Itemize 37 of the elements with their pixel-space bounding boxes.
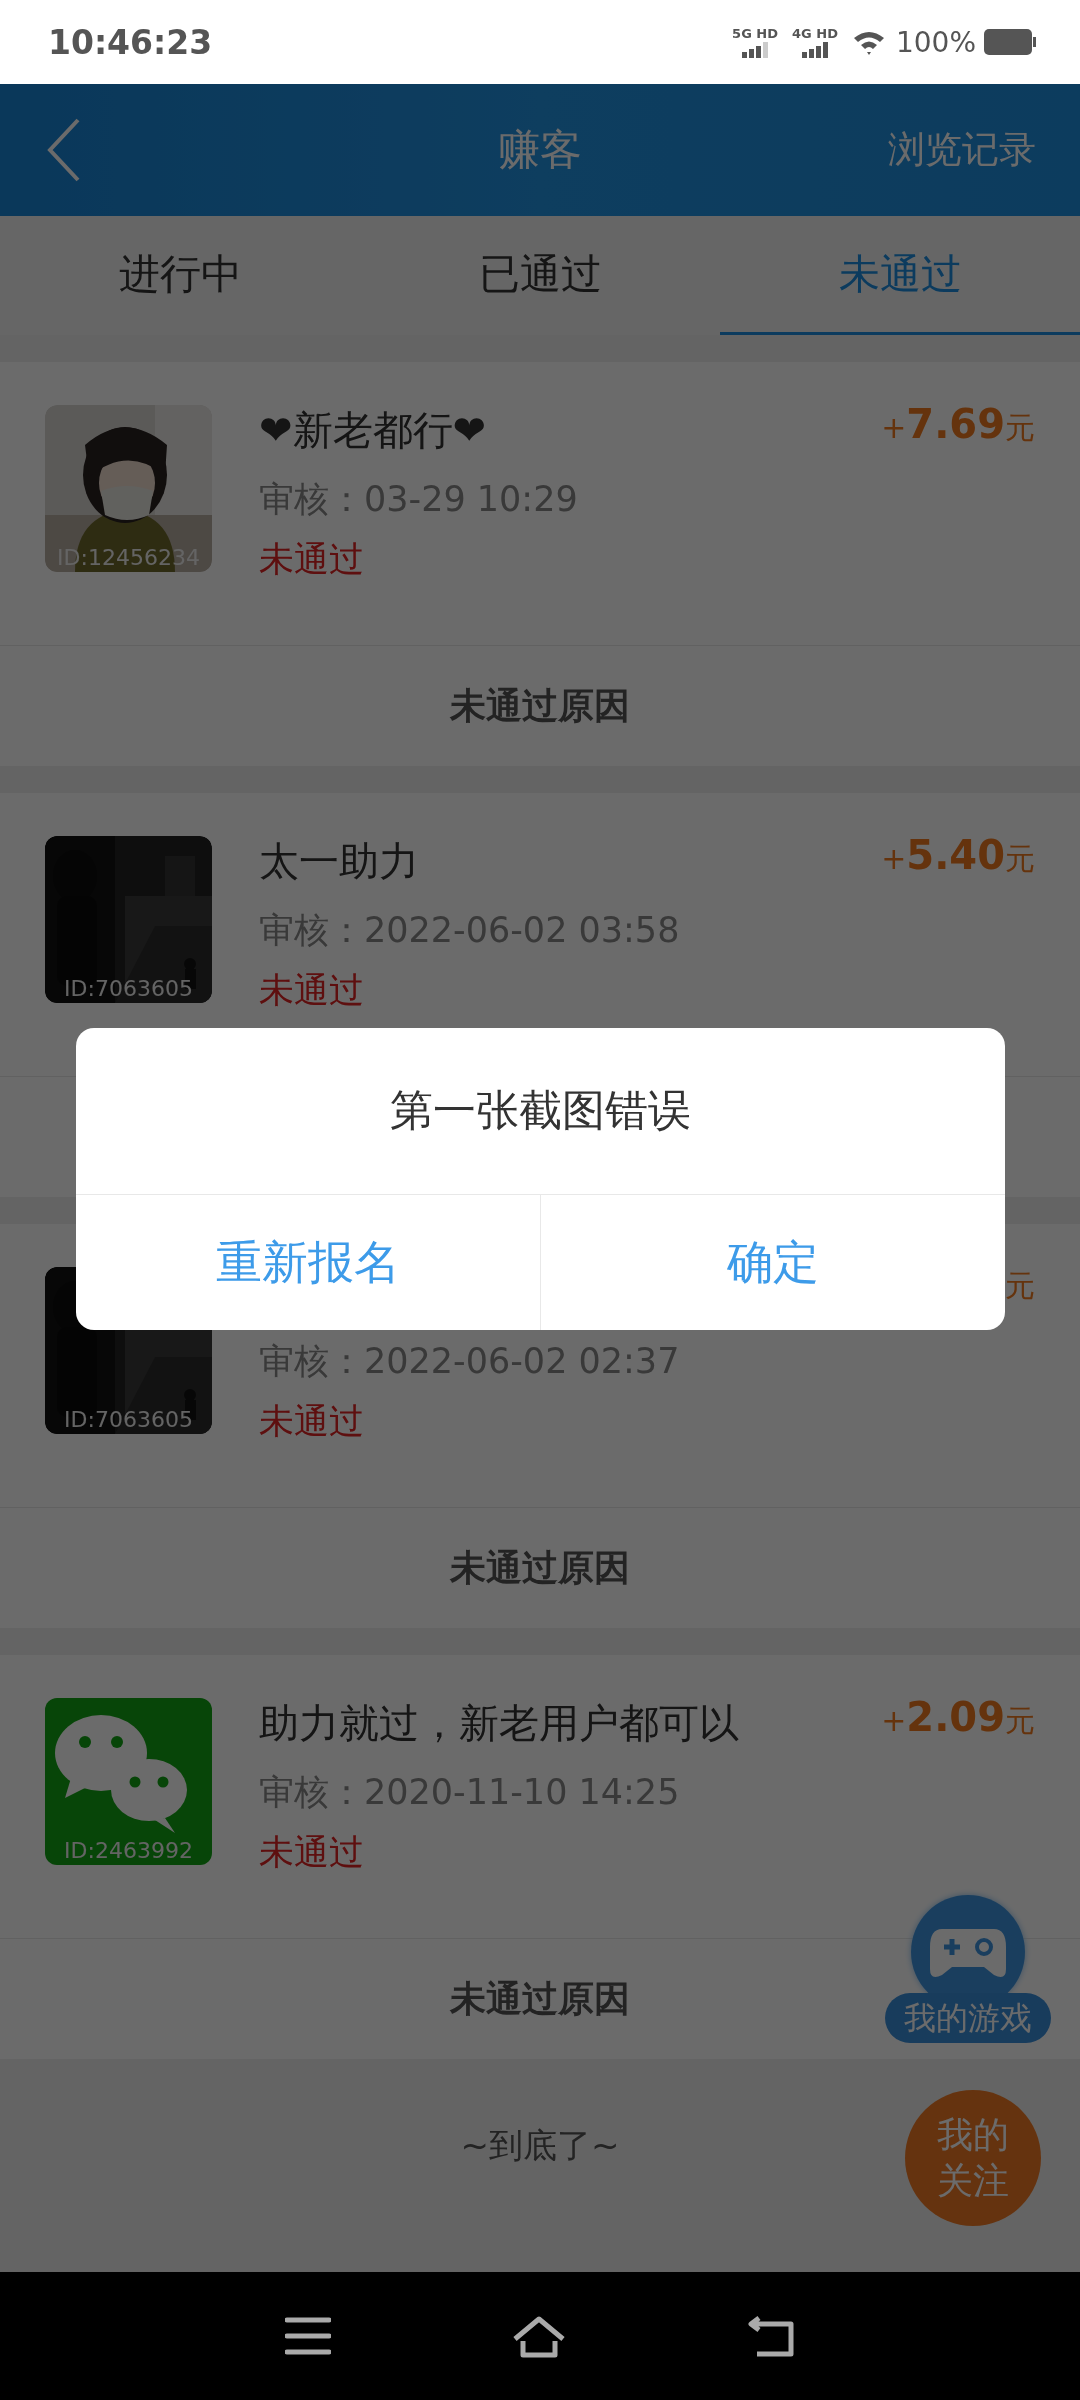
chat-bubbles-icon — [55, 1715, 187, 1833]
network-label: 4G HD — [792, 26, 838, 42]
end-of-list-text: ~到底了~ — [460, 2123, 620, 2167]
history-link[interactable]: 浏览记录 — [888, 125, 1036, 175]
back-icon[interactable] — [747, 2314, 795, 2358]
battery-icon — [984, 29, 1036, 55]
clock-time: 10:46:23 — [48, 22, 214, 62]
reward-amount: +7.69元 — [881, 400, 1035, 449]
tab[interactable]: 进行中 — [0, 216, 360, 335]
reason-button[interactable]: 未通过原因 — [450, 681, 630, 731]
menu-icon[interactable] — [285, 2316, 331, 2356]
battery-level: 100% — [895, 25, 976, 59]
task-id: ID:7063605 — [63, 1407, 194, 1432]
signal-icon — [801, 42, 828, 58]
status-label: 未通过 — [259, 969, 365, 1012]
task-id: ID:2463992 — [63, 1838, 194, 1863]
status-label: 未通过 — [259, 1831, 365, 1874]
task-title: ❤新老都行❤ — [259, 407, 487, 453]
dialog-button[interactable]: 确定 — [540, 1195, 1005, 1330]
page-title: 赚客 — [498, 125, 582, 174]
network-label: 5G HD — [732, 26, 778, 42]
status-label: 未通过 — [259, 1400, 365, 1443]
reason-button[interactable]: 未通过原因 — [450, 1543, 630, 1593]
dialog-button[interactable]: 重新报名 — [76, 1195, 540, 1330]
tab[interactable]: 未通过 — [720, 216, 1080, 335]
my-follows-button[interactable]: 我的关注 — [905, 2090, 1041, 2226]
reward-amount: 元 — [1005, 1267, 1035, 1305]
reward-amount: +2.09元 — [881, 1693, 1035, 1742]
status-label: 未通过 — [259, 538, 365, 581]
task-title: 太一助力 — [259, 838, 419, 884]
reason-button[interactable]: 未通过原因 — [450, 1974, 630, 2024]
reward-amount: +5.40元 — [881, 831, 1035, 880]
task-id: ID:7063605 — [63, 976, 194, 1001]
signal-icon — [742, 42, 769, 58]
dialog-message: 第一张截图错误 — [390, 1084, 691, 1137]
tab[interactable]: 已通过 — [360, 216, 720, 335]
task-title: 助力就过，新老用户都可以 — [259, 1700, 739, 1746]
